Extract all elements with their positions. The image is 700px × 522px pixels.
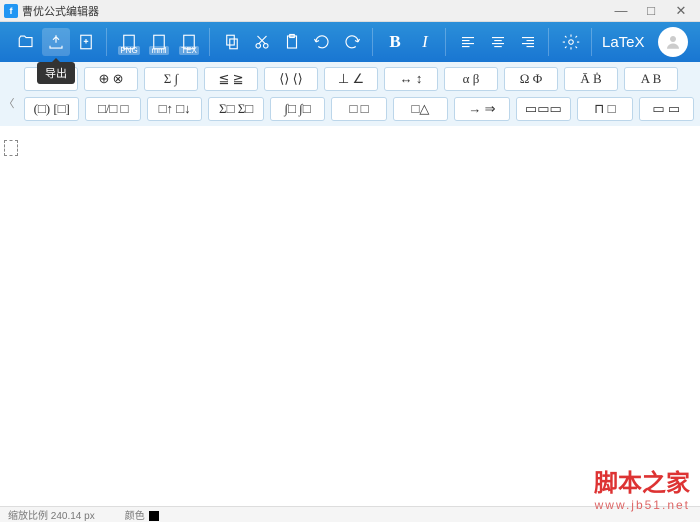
palette-brackets[interactable]: ⟨⟩ ⟨⟩ [264, 67, 318, 91]
user-avatar[interactable] [658, 27, 688, 57]
align-right-button[interactable] [514, 28, 542, 56]
cursor-placeholder [4, 140, 18, 156]
template-boxes[interactable]: ⊓ □ [577, 97, 632, 121]
symbol-palette: 〈 ÷ × ⊕ ⊗ Σ ∫ ≦ ≧ ⟨⟩ ⟨⟩ ⊥ ∠ ↔ ↕ α β Ω Φ … [0, 62, 700, 126]
export-mml-button[interactable]: mml [145, 28, 173, 56]
maximize-button[interactable]: □ [636, 0, 666, 22]
undo-button[interactable] [308, 28, 336, 56]
new-button[interactable] [72, 28, 100, 56]
close-button[interactable]: ✕ [666, 0, 696, 22]
palette-circled-ops[interactable]: ⊕ ⊗ [84, 67, 138, 91]
export-tooltip: 导出 [37, 62, 75, 84]
palette-accents[interactable]: Ā Ḃ [564, 67, 618, 91]
export-tex-button[interactable]: TEX [175, 28, 203, 56]
template-scripts[interactable]: □↑ □↓ [147, 97, 202, 121]
statusbar: 缩放比例 240.14 px 颜色 [0, 506, 700, 522]
editor-canvas[interactable] [0, 126, 700, 494]
template-sums[interactable]: Σ□ Σ□ [208, 97, 263, 121]
copy-button[interactable] [218, 28, 246, 56]
export-button[interactable]: 导出 [42, 28, 70, 56]
open-button[interactable] [12, 28, 40, 56]
main-toolbar: 导出 PNG mml TEX B I LaTeX [0, 22, 700, 62]
template-labeled-arrows[interactable]: → ⇒ [454, 97, 509, 121]
redo-button[interactable] [338, 28, 366, 56]
paste-button[interactable] [278, 28, 306, 56]
template-fences[interactable]: (□) [□] [24, 97, 79, 121]
template-misc[interactable]: ▭ ▭ [639, 97, 694, 121]
palette-geometry[interactable]: ⊥ ∠ [324, 67, 378, 91]
template-matrix[interactable]: ▭▭▭ [516, 97, 571, 121]
palette-greek-lower[interactable]: α β [444, 67, 498, 91]
italic-button[interactable]: I [411, 28, 439, 56]
palette-arrows[interactable]: ↔ ↕ [384, 67, 438, 91]
palette-greek-upper[interactable]: Ω Φ [504, 67, 558, 91]
template-underover[interactable]: □ □ [331, 97, 386, 121]
color-swatch[interactable] [149, 511, 159, 521]
color-label: 颜色 [125, 507, 159, 522]
export-png-button[interactable]: PNG [115, 28, 143, 56]
align-left-button[interactable] [454, 28, 482, 56]
latex-button[interactable]: LaTeX [594, 34, 653, 51]
titlebar: f 曹优公式编辑器 — □ ✕ [0, 0, 700, 22]
zoom-label: 缩放比例 240.14 px [8, 507, 95, 522]
cut-button[interactable] [248, 28, 276, 56]
template-integrals[interactable]: ∫□ ∫□ [270, 97, 325, 121]
palette-sum-int[interactable]: Σ ∫ [144, 67, 198, 91]
collapse-chevron-icon[interactable]: 〈 [2, 96, 16, 110]
align-center-button[interactable] [484, 28, 512, 56]
template-hats[interactable]: □△ [393, 97, 448, 121]
palette-row-2: (□) [□] □/□ □ □↑ □↓ Σ□ Σ□ ∫□ ∫□ □ □ □△ →… [6, 97, 694, 121]
settings-button[interactable] [557, 28, 585, 56]
app-icon: f [4, 4, 18, 18]
palette-relations[interactable]: ≦ ≧ [204, 67, 258, 91]
template-fractions[interactable]: □/□ □ [85, 97, 140, 121]
app-title: 曹优公式编辑器 [22, 3, 606, 19]
palette-row-1: ÷ × ⊕ ⊗ Σ ∫ ≦ ≧ ⟨⟩ ⟨⟩ ⊥ ∠ ↔ ↕ α β Ω Φ Ā … [6, 67, 694, 91]
minimize-button[interactable]: — [606, 0, 636, 22]
palette-fonts[interactable]: A B [624, 67, 678, 91]
bold-button[interactable]: B [381, 28, 409, 56]
